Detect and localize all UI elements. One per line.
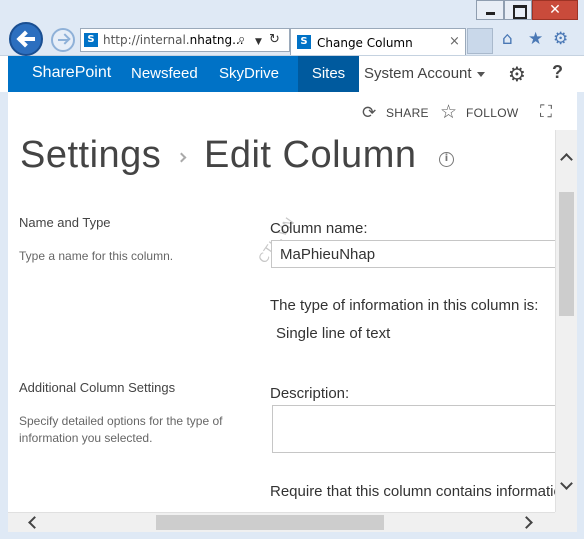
suite-bar-nav: SharePoint Newsfeed SkyDrive Sites [8, 56, 359, 92]
maximize-button[interactable] [504, 0, 532, 20]
column-name-label: Column name: [270, 220, 368, 237]
type-label: The type of information in this column i… [270, 297, 539, 314]
scroll-right-icon[interactable] [520, 516, 533, 529]
vertical-scroll-thumb[interactable] [559, 192, 574, 316]
home-icon[interactable]: ⌂ [502, 29, 513, 49]
minimize-button[interactable] [476, 0, 504, 20]
back-button[interactable] [9, 22, 43, 56]
account-menu[interactable]: System Account [364, 65, 485, 82]
forward-button[interactable] [51, 28, 75, 52]
scroll-up-icon[interactable] [560, 153, 573, 166]
section-heading-additional: Additional Column Settings [19, 380, 176, 395]
vertical-scrollbar[interactable] [555, 130, 577, 512]
section-heading-name-type: Name and Type [19, 215, 111, 230]
tools-gear-icon[interactable]: ⚙ [553, 29, 568, 49]
account-name: System Account [364, 65, 472, 82]
dropdown-icon[interactable]: ▼ [255, 37, 262, 47]
browser-tab[interactable]: S Change Column × [290, 28, 466, 55]
tab-close-icon[interactable]: × [449, 34, 460, 49]
tab-site-icon: S [297, 35, 311, 49]
require-label: Require that this column contains inform… [270, 483, 555, 500]
new-tab-button[interactable] [467, 28, 493, 54]
tab-title: Change Column [317, 36, 413, 50]
section-description-additional: Specify detailed options for the type of… [19, 414, 223, 445]
share-button[interactable]: SHARE [386, 106, 429, 120]
scroll-left-icon[interactable] [28, 516, 41, 529]
section-description-name-type: Type a name for this column. [19, 249, 174, 263]
suite-link-sites-highlight[interactable]: Sites [298, 56, 359, 92]
suite-bar: SharePoint Newsfeed SkyDrive Sites Syste… [0, 56, 584, 92]
follow-icon[interactable]: ☆ [440, 101, 457, 123]
info-icon[interactable]: i [439, 152, 454, 167]
page-content: Settings Edit Column i CTL.VN Name and T… [8, 130, 555, 512]
focus-icon[interactable]: ⛶ [540, 102, 552, 122]
address-bar[interactable]: S http://internal.nhatng... ⌕ ▼ ↻ [80, 28, 290, 52]
scroll-down-icon[interactable] [560, 477, 573, 490]
scrollbar-corner [555, 512, 577, 532]
chevron-down-icon [476, 71, 485, 77]
address-text: http://internal.nhatng... [103, 33, 244, 47]
window-frame-bottom [0, 532, 584, 539]
browser-chrome: ✕ S http://internal.nhatng... ⌕ ▼ ↻ S Ch… [0, 0, 584, 56]
column-name-field[interactable]: MaPhieuNhap [271, 240, 555, 268]
action-bar: ⟳ SHARE ☆ FOLLOW ⛶ [0, 100, 584, 130]
horizontal-scrollbar[interactable] [8, 512, 555, 532]
suite-link-newsfeed[interactable]: Newsfeed [131, 65, 198, 82]
star-icon[interactable]: ★ [528, 29, 543, 49]
share-icon[interactable]: ⟳ [362, 103, 376, 123]
description-field[interactable] [272, 405, 555, 453]
horizontal-scroll-thumb[interactable] [156, 515, 384, 530]
window-close-button[interactable]: ✕ [532, 0, 578, 20]
breadcrumb-separator-icon [176, 152, 187, 163]
type-value: Single line of text [276, 325, 391, 342]
gear-icon[interactable]: ⚙ [508, 62, 526, 86]
suite-link-skydrive[interactable]: SkyDrive [219, 65, 279, 82]
column-name-value: MaPhieuNhap [280, 246, 376, 263]
sharepoint-site-icon: S [84, 33, 98, 47]
search-icon[interactable]: ⌕ [238, 32, 245, 47]
page-subtitle: Edit Column [204, 134, 417, 176]
page-title: Settings [20, 134, 162, 176]
close-icon: ✕ [549, 2, 561, 18]
description-label: Description: [270, 385, 350, 402]
follow-button[interactable]: FOLLOW [466, 106, 518, 120]
sharepoint-brand[interactable]: SharePoint [32, 64, 111, 82]
suite-link-sites[interactable]: Sites [298, 65, 359, 82]
help-icon[interactable]: ? [552, 62, 563, 83]
refresh-icon[interactable]: ↻ [269, 32, 280, 47]
